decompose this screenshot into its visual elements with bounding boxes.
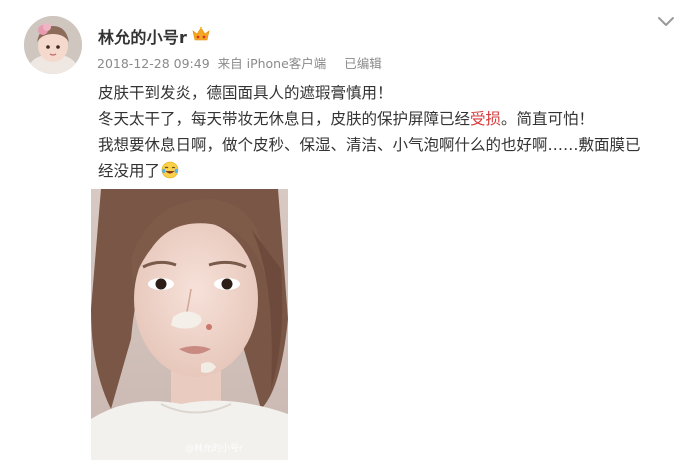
post-line: 经没用了 xyxy=(98,158,688,184)
post-text: 。简直可怕！ xyxy=(501,110,595,128)
chevron-down-icon[interactable] xyxy=(656,14,676,28)
post-line: 我想要休息日啊，做个皮秒、保湿、清洁、小气泡啊什么的也好啊……敷面膜已 xyxy=(98,136,641,154)
post-line: 冬天太干了，每天带妆无休息日，皮肤的保护屏障已经受损。简直可怕！ xyxy=(98,106,688,132)
edited-label[interactable]: 已编辑 xyxy=(344,56,382,71)
laughing-tears-emoji-icon xyxy=(161,161,179,179)
post-meta: 2018-12-28 09:49 来自 iPhone客户端 已编辑 xyxy=(97,53,386,72)
username[interactable]: 林允的小号r xyxy=(98,24,187,48)
avatar[interactable] xyxy=(24,16,82,74)
post-line: 皮肤干到发炎，德国面具人的遮瑕膏慎用！ xyxy=(98,84,393,102)
post-body: 皮肤干到发炎，德国面具人的遮瑕膏慎用！ 冬天太干了，每天带妆无休息日，皮肤的保护… xyxy=(98,80,688,184)
post-timestamp[interactable]: 2018-12-28 09:49 xyxy=(97,56,210,71)
vip-crown-icon xyxy=(191,25,211,43)
post-text: 经没用了 xyxy=(98,162,161,180)
post-photo[interactable] xyxy=(91,189,288,460)
post-source: 来自 iPhone客户端 xyxy=(217,56,327,71)
post-text: 冬天太干了，每天带妆无休息日，皮肤的保护屏障已经 xyxy=(98,110,471,128)
highlight-text: 受损 xyxy=(470,110,502,128)
photo-watermark: @林允的小号r xyxy=(185,444,243,454)
